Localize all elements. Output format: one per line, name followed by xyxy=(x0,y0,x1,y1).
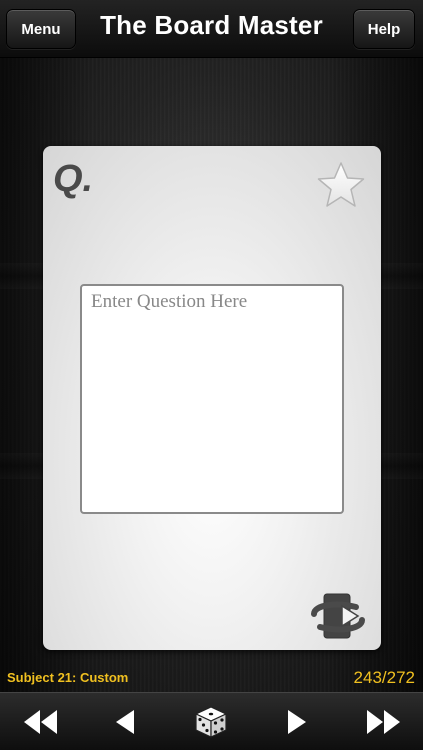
fast-forward-button[interactable] xyxy=(359,701,409,743)
rewind-button[interactable] xyxy=(15,701,65,743)
help-button[interactable]: Help xyxy=(353,9,415,49)
bottom-toolbar xyxy=(0,692,423,750)
previous-icon xyxy=(116,710,134,734)
dice-icon xyxy=(195,706,227,738)
question-input[interactable] xyxy=(80,284,344,514)
top-navigation-bar: Menu The Board Master Help xyxy=(0,0,423,58)
question-card: Q. xyxy=(43,146,381,650)
card-side-label: Q. xyxy=(53,158,94,200)
random-card-button[interactable] xyxy=(186,701,236,743)
previous-button[interactable] xyxy=(100,701,150,743)
next-icon xyxy=(288,710,306,734)
next-button[interactable] xyxy=(272,701,322,743)
card-position-counter: 243/272 xyxy=(353,668,415,687)
rewind-icon xyxy=(24,710,57,734)
fast-forward-icon xyxy=(367,710,400,734)
subject-label: Subject 21: Custom xyxy=(7,670,129,685)
star-icon[interactable] xyxy=(315,160,367,210)
flip-card-icon[interactable] xyxy=(308,590,368,642)
